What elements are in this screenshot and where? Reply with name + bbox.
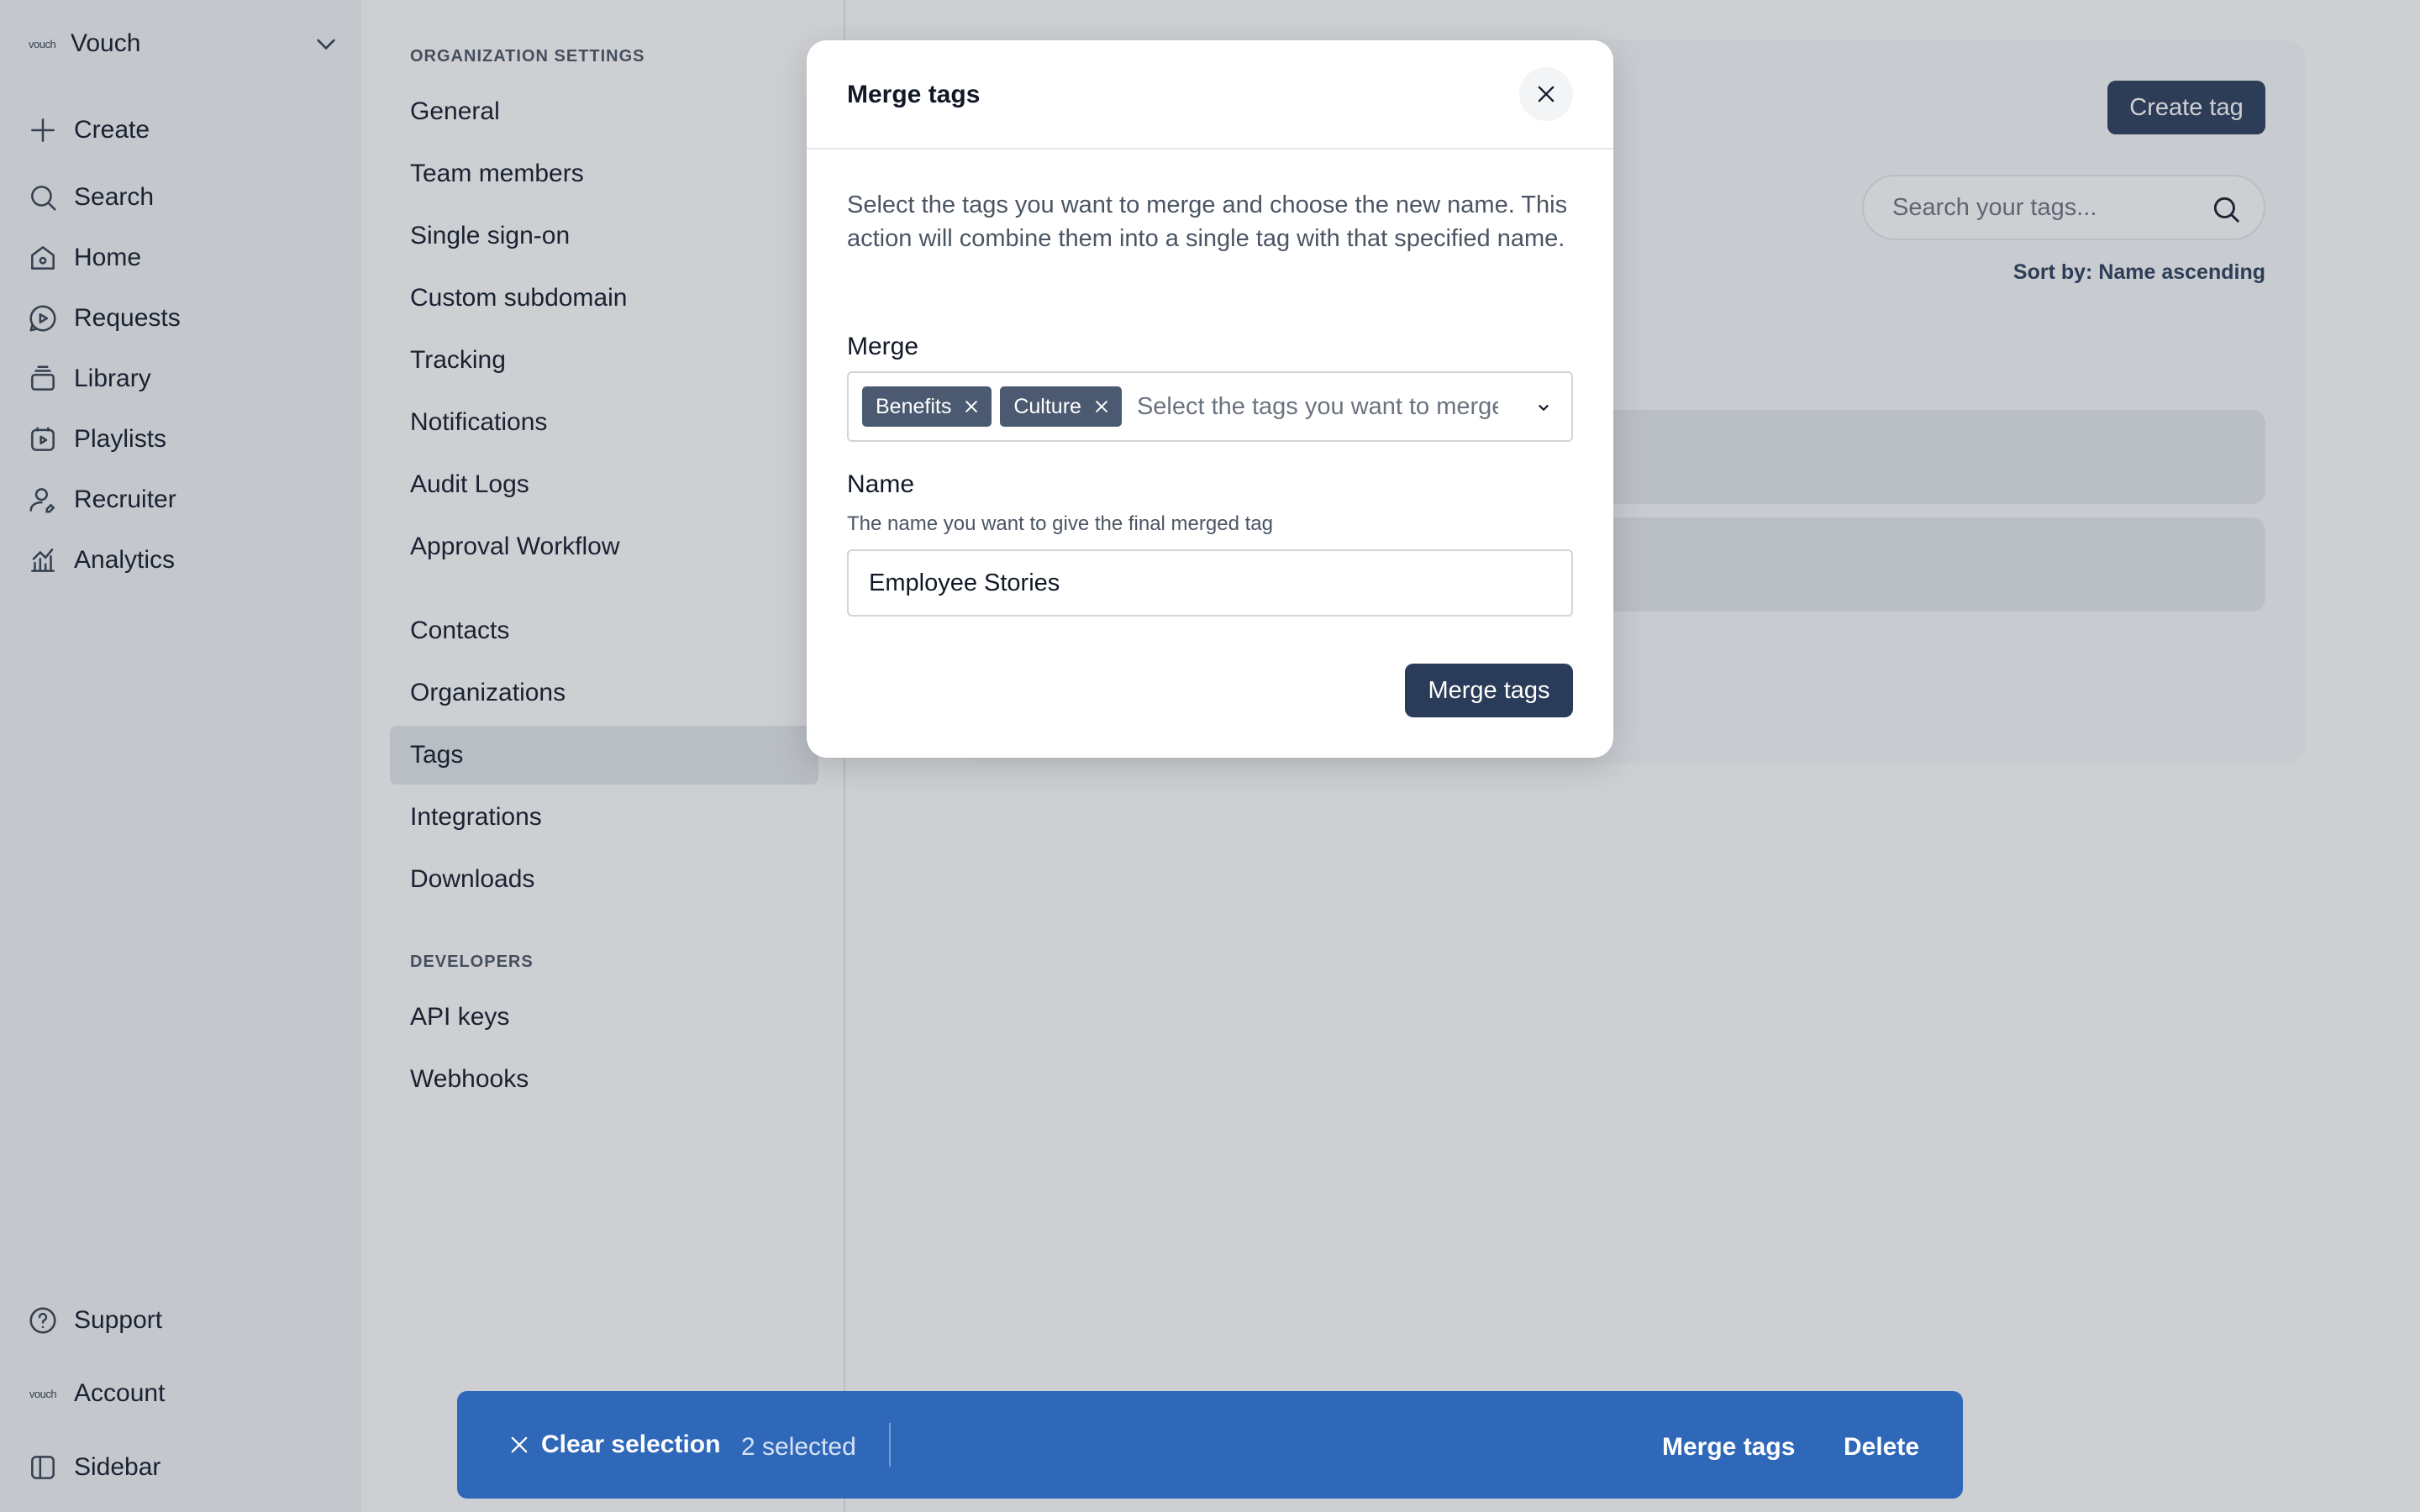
close-icon <box>511 1436 528 1453</box>
bulk-action-bar: Clear selection 2 selected Merge tags De… <box>457 1391 1963 1499</box>
merge-select-placeholder: Select the tags you want to merge <box>1136 392 1498 420</box>
bulk-merge-tags-button[interactable]: Merge tags <box>1662 1433 1795 1462</box>
merge-tags-select[interactable]: Benefits Culture Select the tags you wan… <box>847 371 1573 442</box>
bulk-delete-button[interactable]: Delete <box>1844 1433 1919 1462</box>
divider <box>889 1423 891 1467</box>
selected-count: 2 selected <box>741 1433 856 1461</box>
name-field-label: Name <box>847 470 915 498</box>
merge-field-label: Merge <box>847 333 919 360</box>
clear-selection-label: Clear selection <box>541 1431 721 1458</box>
chip-label: Benefits <box>876 394 952 418</box>
clear-selection-button[interactable]: Clear selection <box>508 1423 720 1467</box>
chevron-down-icon <box>1539 405 1549 412</box>
modal-close-button[interactable] <box>1519 67 1573 121</box>
merge-tags-submit-button[interactable]: Merge tags <box>1405 664 1573 717</box>
close-icon <box>1538 86 1555 102</box>
remove-tag-icon[interactable] <box>963 398 980 415</box>
remove-tag-icon[interactable] <box>1093 398 1110 415</box>
selected-tag-chip: Culture <box>1000 386 1122 427</box>
modal-title: Merge tags <box>847 81 981 108</box>
modal-description: Select the tags you want to merge and ch… <box>847 192 1568 252</box>
chip-label: Culture <box>1013 394 1081 418</box>
merge-tags-modal: Merge tags Select the tags you want to m… <box>807 40 1613 758</box>
modal-header: Merge tags <box>807 40 1613 150</box>
selected-tag-chip: Benefits <box>862 386 992 427</box>
merged-tag-name-input[interactable] <box>847 549 1573 617</box>
name-field-hint: The name you want to give the final merg… <box>847 512 1273 535</box>
